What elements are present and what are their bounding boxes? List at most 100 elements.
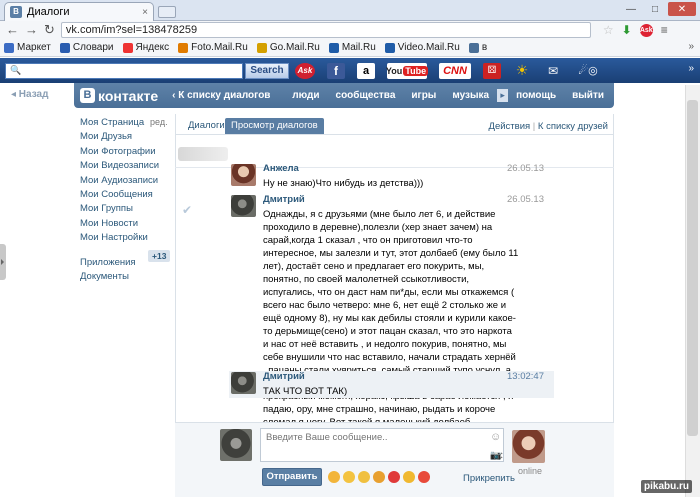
- avatar[interactable]: [231, 372, 256, 394]
- wrench-menu-icon[interactable]: ≡: [661, 23, 668, 37]
- download-icon[interactable]: ⬇: [622, 23, 632, 37]
- bookmark-mail[interactable]: Mail.Ru: [328, 42, 376, 53]
- bookmark-go-mail[interactable]: Go.Mail.Ru: [256, 42, 320, 53]
- comet-icon[interactable]: ☄◎: [575, 63, 601, 79]
- avatar[interactable]: [231, 195, 256, 217]
- peer-avatar[interactable]: [512, 430, 545, 463]
- bookmark-vk[interactable]: в: [468, 42, 487, 53]
- send-button[interactable]: Отправить: [262, 468, 322, 486]
- scrollbar-thumb[interactable]: [687, 100, 698, 436]
- minimize-icon[interactable]: —: [620, 2, 642, 16]
- emoji-icon[interactable]: [418, 471, 430, 483]
- menu-help[interactable]: помощь: [516, 90, 556, 101]
- youtube-icon[interactable]: You Tube: [386, 62, 429, 79]
- close-window-icon[interactable]: ✕: [668, 2, 696, 16]
- emoji-icon[interactable]: [358, 471, 370, 483]
- go-icon: [256, 42, 267, 53]
- vk-favicon-icon: В: [10, 6, 22, 18]
- browser-navbar: ← → ↻ vk.com/im?sel=138478259 ☆ ⬇ Ask ≡: [0, 21, 700, 39]
- dice-icon[interactable]: ⚄: [483, 62, 501, 79]
- cnn-icon[interactable]: CNN: [439, 62, 471, 79]
- watermark: pikabu.ru: [641, 480, 693, 493]
- message-input[interactable]: [260, 428, 504, 462]
- friends-list-link[interactable]: К списку друзей: [538, 121, 608, 132]
- tab-title: Диалоги: [27, 6, 70, 18]
- camera-icon[interactable]: 📷: [490, 450, 501, 461]
- left-menu-photos[interactable]: Мои Фотографии: [80, 145, 170, 159]
- bookmarks-more-icon[interactable]: »: [688, 41, 694, 52]
- actions-link[interactable]: Действия: [489, 121, 531, 132]
- tab-close-icon[interactable]: ×: [142, 7, 148, 18]
- market-icon: [4, 42, 14, 53]
- avatar[interactable]: [231, 164, 256, 186]
- edit-link[interactable]: ред.: [150, 117, 168, 127]
- back-to-dialogs-link[interactable]: ‹ К списку диалогов: [172, 90, 270, 101]
- message-date: 26.05.13: [507, 194, 544, 205]
- ask-toolbar: 🔍 Search Ask f a You Tube CNN ⚄ ☀ ✉ ☄◎ »: [0, 58, 700, 83]
- bookmark-yandex[interactable]: Яндекс: [122, 42, 169, 53]
- menu-arrow-icon[interactable]: ▸: [497, 89, 509, 102]
- my-avatar[interactable]: [220, 429, 252, 461]
- smile-icon[interactable]: ☺: [490, 431, 501, 443]
- ask-search-input[interactable]: 🔍: [5, 62, 243, 79]
- forward-icon[interactable]: →: [25, 23, 38, 37]
- reload-icon[interactable]: ↻: [44, 23, 55, 37]
- message-date: 26.05.13: [507, 163, 544, 174]
- address-url: vk.com/im?sel=138478259: [65, 24, 198, 36]
- emoji-icon[interactable]: [373, 471, 385, 483]
- emoji-icon[interactable]: [343, 471, 355, 483]
- vk-logo[interactable]: В контакте: [80, 88, 158, 104]
- search-button[interactable]: Search: [245, 62, 289, 79]
- weather-icon[interactable]: ☀: [513, 62, 531, 79]
- emoji-icon[interactable]: [328, 471, 340, 483]
- back-link[interactable]: ◂ Назад: [11, 89, 48, 100]
- toolbar-more-icon[interactable]: »: [688, 63, 694, 74]
- back-icon[interactable]: ←: [6, 23, 19, 37]
- facebook-icon[interactable]: f: [327, 62, 345, 79]
- left-menu-news[interactable]: Мои Новости: [80, 217, 170, 231]
- message-date: 13:02:47: [507, 371, 544, 382]
- ask-extension-icon[interactable]: Ask: [639, 23, 653, 37]
- emoji-icon[interactable]: [403, 471, 415, 483]
- amazon-icon[interactable]: a: [357, 62, 375, 79]
- message-author[interactable]: Анжела: [263, 163, 299, 174]
- attach-link[interactable]: Прикрепить: [463, 473, 515, 484]
- mail-icon: [178, 42, 189, 53]
- left-menu-messages[interactable]: Мои Сообщения: [80, 188, 170, 202]
- tab-dialogs[interactable]: Диалоги: [182, 118, 231, 134]
- message-author[interactable]: Дмитрий: [263, 194, 305, 205]
- maximize-icon[interactable]: □: [644, 2, 666, 16]
- bookmark-foto-mail[interactable]: Foto.Mail.Ru: [178, 42, 248, 53]
- email-icon[interactable]: ✉: [543, 63, 563, 79]
- left-menu-friends[interactable]: Мои Друзья: [80, 130, 170, 144]
- address-bar[interactable]: vk.com/im?sel=138478259: [60, 22, 591, 38]
- mail-icon: [328, 42, 339, 53]
- message-text: Ну не знаю)Что нибудь из детства))): [263, 178, 424, 189]
- bookmark-dictionary[interactable]: Словари: [59, 42, 114, 53]
- menu-communities[interactable]: сообщества: [336, 90, 396, 101]
- left-menu-groups[interactable]: Мои Группы: [80, 202, 170, 216]
- menu-logout[interactable]: выйти: [572, 90, 604, 101]
- apps-count-badge: +13: [148, 250, 171, 262]
- bookmark-market[interactable]: Маркет: [4, 42, 51, 53]
- browser-tab[interactable]: В Диалоги ×: [4, 2, 154, 21]
- menu-music[interactable]: музыка: [452, 90, 489, 101]
- bookmark-star-icon[interactable]: ☆: [603, 23, 614, 37]
- message-author[interactable]: Дмитрий: [263, 371, 305, 382]
- message-item: Дмитрий 13:02:47 ТАК ЧТО ВОТ ТАК): [229, 371, 554, 398]
- search-icon: 🔍: [10, 65, 22, 75]
- menu-people[interactable]: люди: [292, 90, 319, 101]
- left-menu-settings[interactable]: Мои Настройки: [80, 231, 170, 245]
- emoji-icon[interactable]: [388, 471, 400, 483]
- left-menu-videos[interactable]: Мои Видеозаписи: [80, 159, 170, 173]
- tab-view-dialogs[interactable]: Просмотр диалогов: [225, 118, 324, 134]
- ask-logo-icon[interactable]: Ask: [295, 62, 315, 79]
- vk-logo-icon: В: [80, 88, 95, 103]
- bookmark-video-mail[interactable]: Video.Mail.Ru: [384, 42, 460, 53]
- menu-games[interactable]: игры: [411, 90, 436, 101]
- message-item: Анжела 26.05.13 Ну не знаю)Что нибудь из…: [229, 163, 554, 193]
- new-tab-button[interactable]: [158, 6, 176, 18]
- left-menu-docs[interactable]: Документы: [80, 270, 170, 284]
- left-menu-audio[interactable]: Мои Аудиозаписи: [80, 174, 170, 188]
- side-panel-handle[interactable]: [0, 244, 6, 280]
